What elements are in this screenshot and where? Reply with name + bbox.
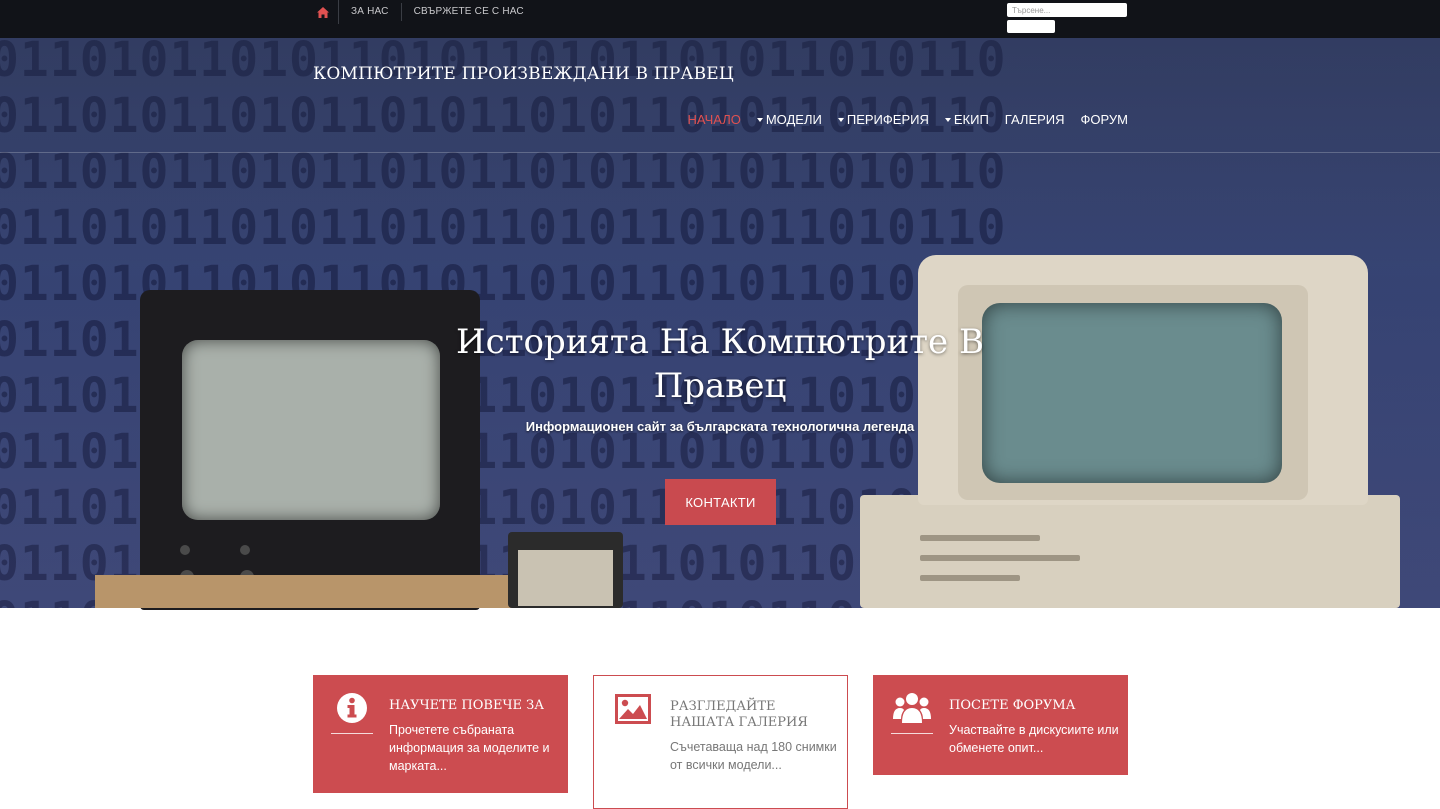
users-icon	[893, 691, 931, 725]
nav-item-gallery[interactable]: ГАЛЕРИЯ	[989, 112, 1065, 127]
card-text: Съчетаваща над 180 снимки от всички моде…	[670, 740, 837, 772]
card-gallery[interactable]: РАЗГЛЕДАЙТЕ НАШАТА ГАЛЕРИЯ Съчетаваща на…	[593, 675, 848, 809]
card-title: НАУЧЕТЕ ПОВЕЧЕ ЗА	[389, 698, 545, 713]
image-icon	[614, 692, 652, 726]
nav-item-home[interactable]: НАЧАЛО	[672, 112, 741, 127]
top-nav: ЗА НАС СВЪРЖЕТЕ СЕ С НАС	[313, 0, 536, 24]
top-bar: ЗА НАС СВЪРЖЕТЕ СЕ С НАС	[0, 0, 1440, 38]
contacts-button[interactable]: КОНТАКТИ	[665, 479, 776, 525]
computer-base-image	[860, 495, 1400, 608]
home-icon	[316, 6, 329, 18]
info-icon	[333, 691, 371, 725]
home-link[interactable]	[313, 0, 339, 24]
card-learn-more[interactable]: НАУЧЕТЕ ПОВЕЧЕ ЗА Прочетете събраната ин…	[313, 675, 568, 793]
main-nav: НАЧАЛО МОДЕЛИ ПЕРИФЕРИЯ ЕКИП ГАЛЕРИЯ ФОР…	[672, 112, 1128, 127]
hero-subtitle: Информационен сайт за българската технол…	[525, 419, 915, 434]
card-forum[interactable]: ПОСЕТЕ ФОРУМА Участвайте в дискусиите ил…	[873, 675, 1128, 775]
hero-title: Историята На Компютрите В Правец	[456, 322, 984, 406]
nav-item-forum[interactable]: ФОРУМ	[1065, 112, 1128, 127]
card-text: Прочетете събраната информация за модели…	[389, 723, 550, 773]
nav-divider	[0, 152, 1440, 153]
nav-item-models[interactable]: МОДЕЛИ	[741, 112, 822, 127]
nav-item-peripherals[interactable]: ПЕРИФЕРИЯ	[822, 112, 929, 127]
caret-down-icon	[837, 117, 844, 122]
disk-drive-image	[508, 532, 623, 608]
search-button[interactable]	[1007, 20, 1055, 33]
card-title: РАЗГЛЕДАЙТЕ НАШАТА ГАЛЕРИЯ	[670, 699, 808, 730]
contact-link[interactable]: СВЪРЖЕТЕ СЕ С НАС	[402, 3, 536, 21]
site-title[interactable]: КОМПЮТРИТЕ ПРОИЗВЕЖДАНИ В ПРАВЕЦ	[313, 64, 734, 84]
nav-item-team[interactable]: ЕКИП	[929, 112, 989, 127]
caret-down-icon	[944, 117, 951, 122]
caret-down-icon	[756, 117, 763, 122]
about-link[interactable]: ЗА НАС	[339, 3, 402, 21]
search-input[interactable]	[1007, 3, 1127, 17]
card-text: Участвайте в дискусиите или обменете опи…	[949, 723, 1119, 755]
card-title: ПОСЕТЕ ФОРУМА	[949, 698, 1076, 713]
